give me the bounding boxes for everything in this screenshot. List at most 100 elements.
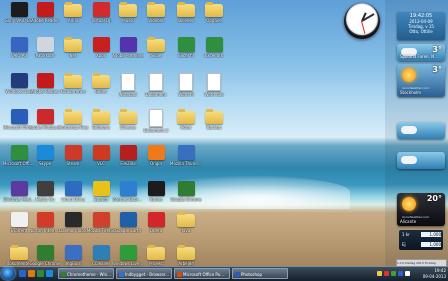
app-icon xyxy=(119,272,124,277)
app-icon xyxy=(177,181,195,196)
app-icon xyxy=(147,181,165,196)
desktop-icon[interactable]: Dokument xyxy=(140,73,172,103)
desktop-icon[interactable]: Google Chrome xyxy=(170,181,202,211)
sun-icon xyxy=(402,68,416,82)
app-icon xyxy=(205,37,223,52)
app-icon xyxy=(10,109,28,124)
taskbar-button[interactable]: Photoshop xyxy=(232,268,288,279)
tray-icon[interactable] xyxy=(391,271,396,276)
folder-icon xyxy=(10,245,28,260)
desktop-icon[interactable]: Dokument 2 xyxy=(140,109,172,139)
folder-icon xyxy=(64,2,82,17)
desktop-icon-label: Opera xyxy=(149,228,163,233)
meter-row-label: 1 kr xyxy=(402,232,410,237)
meter-gadget[interactable]: 1 kr 1,000 Ej 1,000 xyxy=(399,230,443,250)
document-icon xyxy=(207,73,221,91)
quick-launch-icon[interactable] xyxy=(46,270,53,277)
desktop-icon[interactable]: Opera xyxy=(140,212,172,242)
app-icon xyxy=(119,37,137,52)
meter-row-value: 1,000 xyxy=(421,232,441,237)
desktop-icon-label: Videoer xyxy=(148,18,164,23)
desktop-icon[interactable]: Videoer xyxy=(140,2,172,32)
app-icon xyxy=(61,272,66,277)
app-icon xyxy=(92,145,110,160)
desktop-icon-label: Origin xyxy=(149,161,163,166)
desktop-icon-label: Word dok xyxy=(204,92,224,97)
app-icon xyxy=(92,212,110,227)
taskbar-button[interactable]: Indbygget - Browser... xyxy=(116,268,172,279)
desktop-icon[interactable]: Java xyxy=(170,212,202,242)
weather-gadget[interactable] xyxy=(397,122,445,139)
meter-row: 1 kr 1,000 xyxy=(399,230,443,240)
desktop-icon[interactable]: Opgave xyxy=(198,2,230,32)
taskbar-button[interactable]: Chrometheme - Win... xyxy=(58,268,114,279)
document-icon xyxy=(121,73,135,91)
app-icon xyxy=(10,73,28,88)
app-icon xyxy=(64,181,82,196)
tray-icon[interactable] xyxy=(377,271,382,276)
tray-icon[interactable] xyxy=(405,271,410,276)
weather-gadget[interactable]: 3° Stockholm AccuWeather.com xyxy=(397,64,445,97)
app-icon xyxy=(177,145,195,160)
app-icon xyxy=(10,145,28,160)
tray-date: 09-04-2013 xyxy=(422,274,446,279)
app-icon xyxy=(64,245,82,260)
quick-launch-icon[interactable] xyxy=(28,270,35,277)
app-icon xyxy=(10,181,28,196)
calendar-gadget[interactable]: 19:42:05 2013-04-09 Tirsdag, v 15 Otto, … xyxy=(397,12,445,40)
folder-icon xyxy=(205,109,223,124)
app-icon xyxy=(10,212,28,227)
weather-link[interactable]: AccuWeather.com xyxy=(402,215,429,219)
desktop-icon[interactable]: Skole xyxy=(140,37,172,67)
desktop-icon[interactable]: Excel ark xyxy=(198,37,230,67)
weather-location: Stockholm xyxy=(400,90,422,95)
calendar-extra: Otto, Ottilie xyxy=(409,29,433,34)
tray-clock[interactable]: 19:42 09-04-2013 xyxy=(423,268,446,280)
desktop-icon-label: Dokument xyxy=(145,92,167,97)
weather-location: Spøland Foren. N... xyxy=(400,54,438,59)
folder-icon xyxy=(64,109,82,124)
folder-icon xyxy=(64,73,82,88)
app-icon xyxy=(92,2,110,17)
app-icon xyxy=(92,181,110,196)
app-icon xyxy=(36,109,54,124)
desktop-icon[interactable]: Backup xyxy=(198,109,230,139)
app-icon xyxy=(64,145,82,160)
document-icon xyxy=(149,109,163,127)
app-icon xyxy=(119,145,137,160)
app-icon xyxy=(177,37,195,52)
weather-gadget[interactable]: 20° Alicante AccuWeather.com xyxy=(397,193,445,226)
quick-launch-icon[interactable] xyxy=(19,270,26,277)
desktop-icon-label: Java xyxy=(181,228,191,233)
folder-icon xyxy=(92,109,110,124)
folder-icon xyxy=(147,2,165,17)
app-icon xyxy=(119,212,137,227)
quick-launch-icon[interactable] xyxy=(37,270,44,277)
folder-icon xyxy=(177,2,195,17)
app-icon xyxy=(10,37,28,52)
start-button[interactable] xyxy=(1,267,15,280)
tray-icon[interactable] xyxy=(384,271,389,276)
app-icon xyxy=(235,272,240,277)
desktop-icon[interactable]: Mozilla Thunderbird xyxy=(170,145,202,175)
weather-gadget[interactable]: 3° Spøland Foren. N... xyxy=(397,44,445,61)
tray-icon[interactable] xyxy=(398,271,403,276)
desktop-icon[interactable]: Word dok xyxy=(198,73,230,103)
weather-link[interactable]: AccuWeather.com xyxy=(402,86,429,90)
desktop-icon[interactable]: Itunes xyxy=(140,181,172,211)
document-icon xyxy=(179,73,193,91)
app-icon xyxy=(36,245,54,260)
folder-icon xyxy=(119,2,137,17)
desktop-icon[interactable]: Origin xyxy=(140,145,172,175)
app-icon xyxy=(36,37,54,52)
taskbar-button[interactable]: Microsoft Office Po... xyxy=(174,268,230,279)
app-icon xyxy=(36,212,54,227)
desktop-icon-label: Opgave xyxy=(206,18,222,23)
app-icon xyxy=(147,212,165,227)
app-icon xyxy=(147,145,165,160)
folder-icon xyxy=(177,212,195,227)
clock-gadget[interactable] xyxy=(344,3,380,39)
meter-row-value: 1,000 xyxy=(421,242,441,247)
weather-gadget[interactable] xyxy=(397,152,445,169)
cloud-icon xyxy=(401,156,417,164)
